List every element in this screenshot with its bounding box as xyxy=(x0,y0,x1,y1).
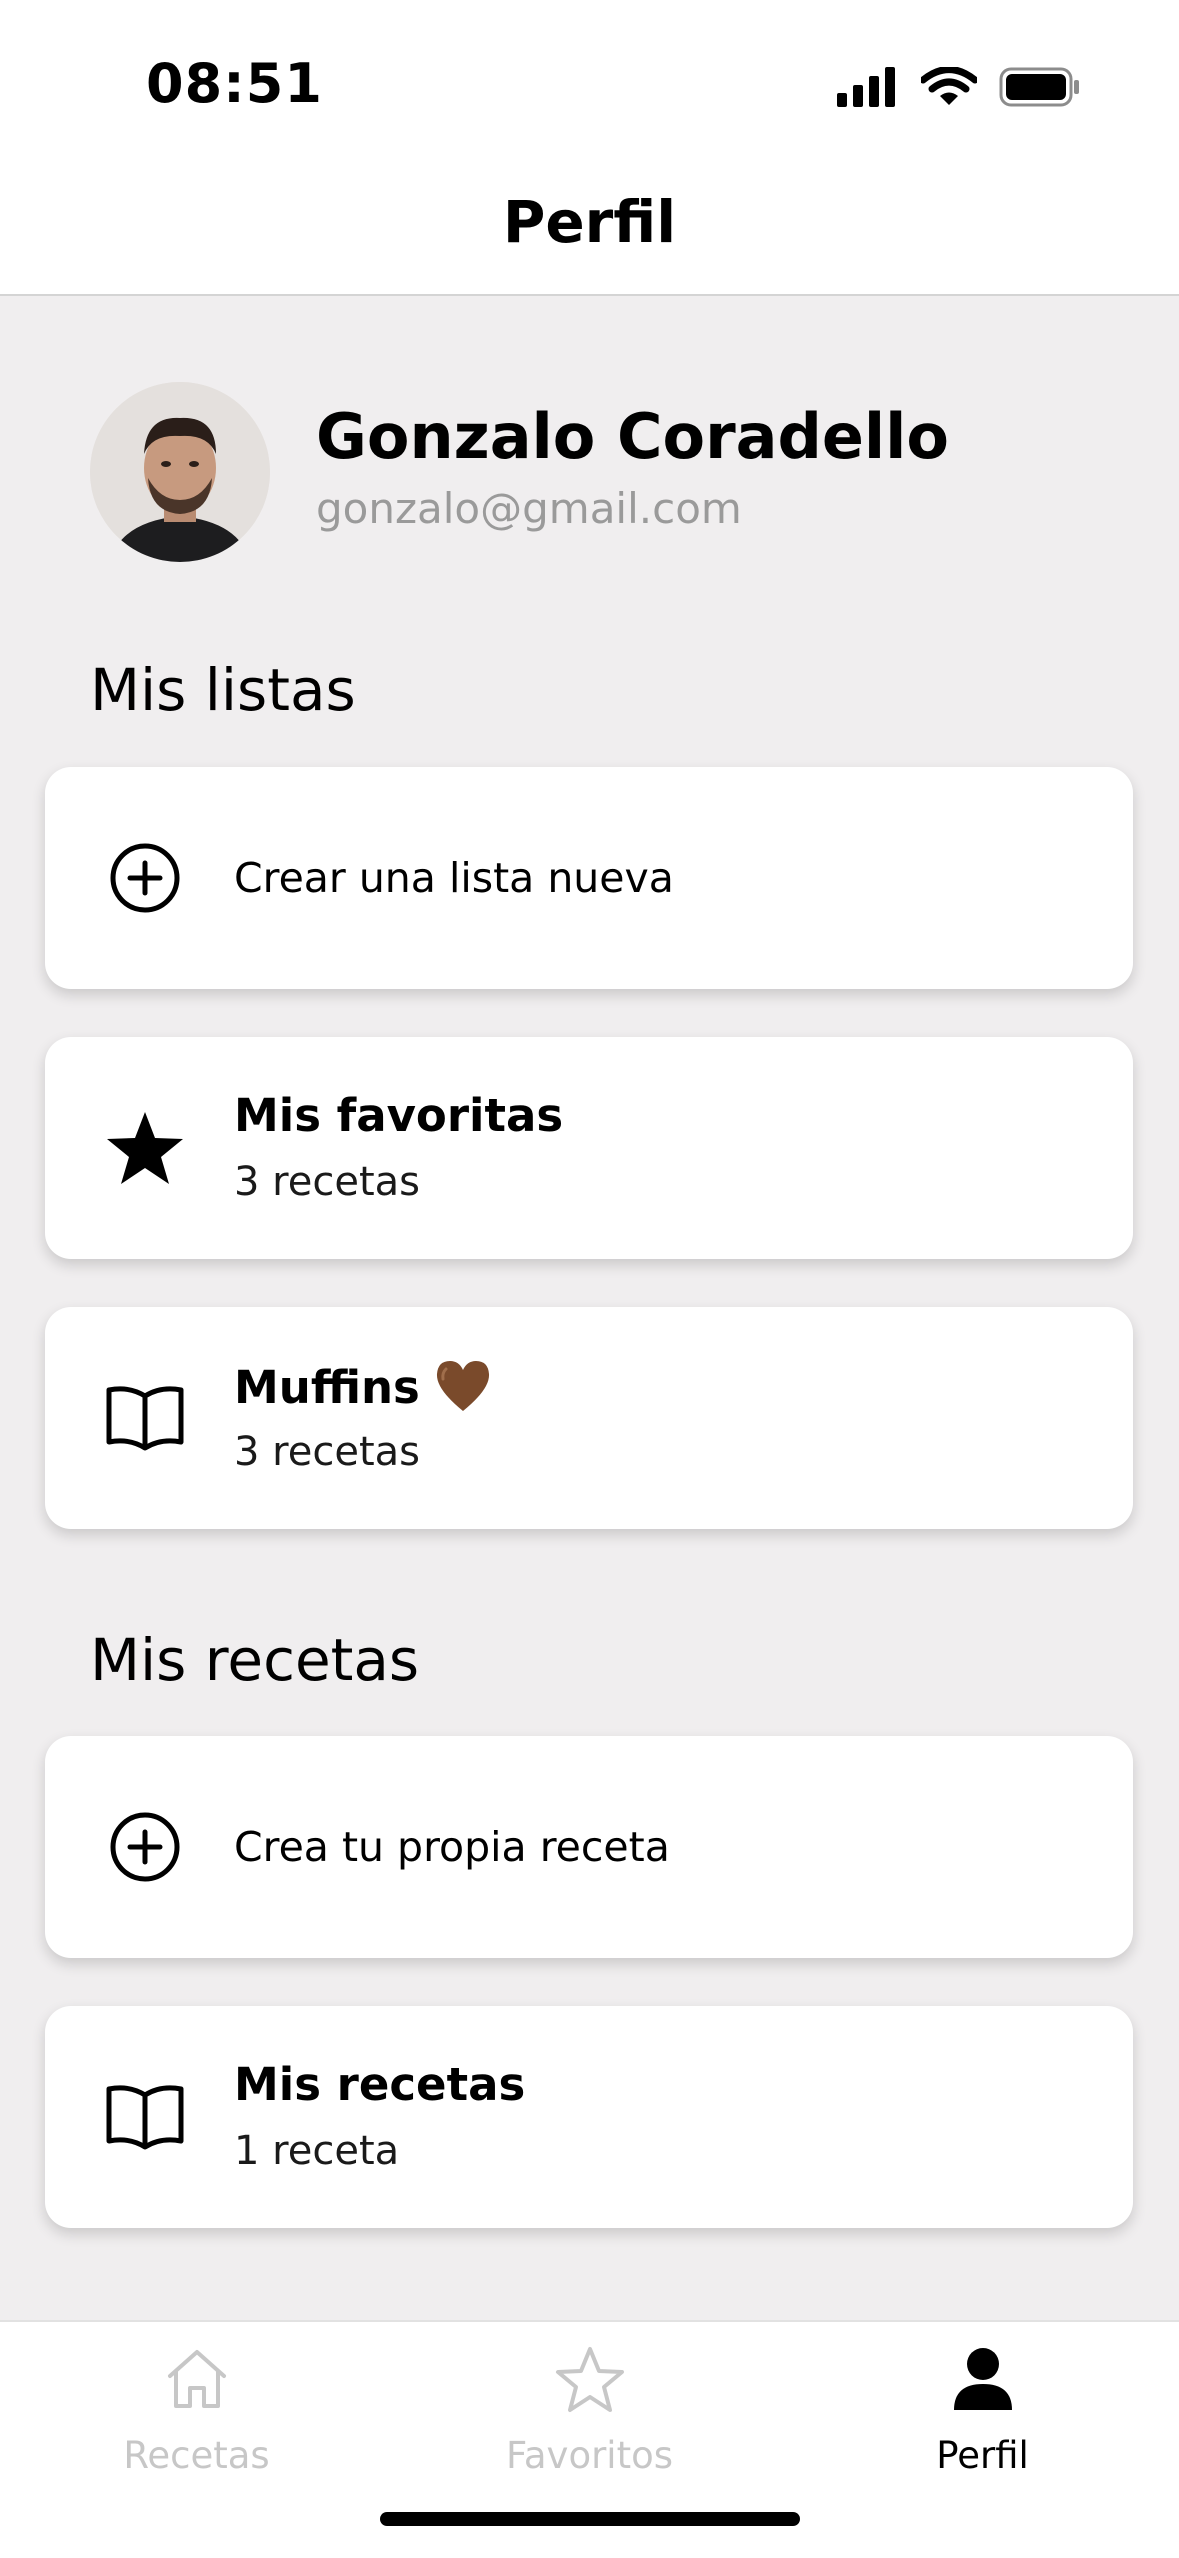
list-item-title-text: Muffins xyxy=(234,1361,420,1414)
tab-perfil[interactable]: Perfil xyxy=(786,2322,1179,2502)
list-item-favoritas[interactable]: Mis favoritas 3 recetas xyxy=(45,1037,1133,1259)
list-item-title: Muffins xyxy=(234,1359,492,1414)
wifi-icon xyxy=(921,67,977,105)
create-recipe-button[interactable]: Crea tu propia receta xyxy=(45,1736,1133,1958)
create-recipe-label: Crea tu propia receta xyxy=(234,1823,670,1871)
status-time: 08:51 xyxy=(146,52,323,115)
recipes-section-title: Mis recetas xyxy=(90,1626,420,1694)
create-list-button[interactable]: Crear una lista nueva xyxy=(45,767,1133,989)
recipe-item-mis-recetas[interactable]: Mis recetas 1 receta xyxy=(45,2006,1133,2228)
plus-circle-icon xyxy=(110,1812,180,1882)
status-bar: 08:51 xyxy=(0,0,1179,170)
avatar[interactable] xyxy=(90,382,270,562)
list-item-muffins[interactable]: Muffins 3 recetas xyxy=(45,1307,1133,1529)
tab-label: Perfil xyxy=(936,2434,1029,2477)
star-outline-icon xyxy=(555,2347,624,2412)
navigation-header: Perfil xyxy=(0,170,1179,296)
profile-header: Gonzalo Coradello gonzalo@gmail.com xyxy=(90,382,1090,564)
tab-label: Favoritos xyxy=(505,2434,673,2477)
brown-heart-icon xyxy=(436,1361,489,1411)
battery-icon xyxy=(999,67,1079,107)
star-icon xyxy=(107,1112,183,1184)
tab-recetas[interactable]: Recetas xyxy=(0,2322,393,2502)
home-icon xyxy=(167,2350,226,2408)
list-item-count: 3 recetas xyxy=(234,1159,420,1205)
plus-circle-icon xyxy=(110,843,180,913)
create-list-label: Crear una lista nueva xyxy=(234,854,674,902)
tab-favoritos[interactable]: Favoritos xyxy=(393,2322,786,2502)
person-icon xyxy=(953,2348,1012,2410)
list-item-title: Mis favoritas xyxy=(234,1089,564,1142)
book-icon xyxy=(106,2085,184,2150)
page-title: Perfil xyxy=(502,188,677,256)
status-icons xyxy=(837,62,1081,112)
list-item-count: 3 recetas xyxy=(234,1429,420,1475)
tab-label: Recetas xyxy=(123,2434,270,2477)
signal-icon xyxy=(837,67,895,107)
lists-section-title: Mis listas xyxy=(90,656,356,724)
recipe-item-count: 1 receta xyxy=(234,2128,400,2174)
profile-name: Gonzalo Coradello xyxy=(316,400,950,473)
profile-email: gonzalo@gmail.com xyxy=(316,484,742,533)
book-icon xyxy=(106,1386,184,1451)
recipe-item-title: Mis recetas xyxy=(234,2058,526,2111)
home-indicator xyxy=(380,2512,800,2526)
